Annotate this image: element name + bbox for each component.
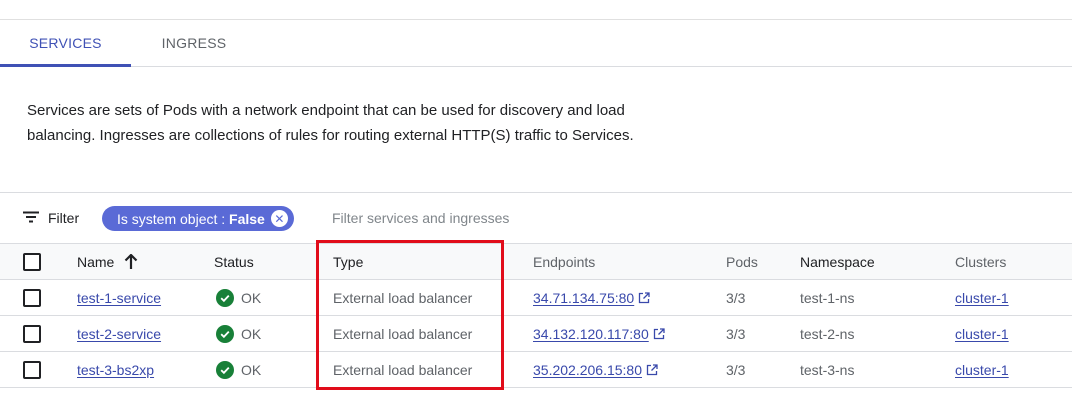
pods-cell: 3/3 — [726, 289, 746, 306]
cluster-link[interactable]: cluster-1 — [955, 362, 1009, 378]
tab-services-label: SERVICES — [29, 35, 102, 51]
row-checkbox[interactable] — [23, 288, 41, 307]
filter-chip[interactable]: Is system object : False ✕ — [102, 206, 294, 231]
table-row: test-1-service OK External load balancer… — [0, 280, 1072, 316]
service-name-link[interactable]: test-2-service — [77, 326, 161, 342]
status-text: OK — [241, 289, 262, 306]
pods-cell: 3/3 — [726, 325, 746, 342]
column-header-clusters: Clusters — [955, 253, 1007, 270]
check-circle-icon — [216, 288, 234, 307]
cluster-link[interactable]: cluster-1 — [955, 326, 1009, 342]
page-description: Services are sets of Pods with a network… — [27, 102, 634, 144]
column-header-pods: Pods — [726, 253, 758, 270]
row-checkbox[interactable] — [23, 360, 41, 379]
tab-bar: SERVICES INGRESS — [0, 20, 1072, 67]
namespace-cell: test-3-ns — [800, 361, 855, 378]
open-in-new-icon[interactable] — [638, 291, 650, 304]
table-row: test-3-bs2xp OK External load balancer 3… — [0, 352, 1072, 388]
filter-button-label: Filter — [48, 210, 80, 226]
select-all-checkbox[interactable] — [23, 252, 41, 271]
namespace-cell: test-1-ns — [800, 289, 855, 306]
table-row: test-2-service OK External load balancer… — [0, 316, 1072, 352]
column-header-namespace[interactable]: Namespace — [800, 244, 875, 279]
services-table: Name Status Type Endpoints Pods Namespac… — [0, 243, 1072, 388]
filter-chip-value: False — [229, 210, 265, 227]
type-cell: External load balancer — [333, 325, 473, 342]
status-cell: OK — [216, 280, 261, 315]
active-tab-indicator — [0, 64, 131, 67]
status-text: OK — [241, 325, 262, 342]
filter-input[interactable] — [332, 207, 732, 229]
type-cell: External load balancer — [333, 361, 473, 378]
filter-button[interactable]: Filter — [22, 207, 79, 229]
close-icon[interactable]: ✕ — [270, 210, 288, 227]
tab-ingress[interactable]: INGRESS — [131, 20, 257, 66]
table-header-row: Name Status Type Endpoints Pods Namespac… — [0, 243, 1072, 280]
service-name-link[interactable]: test-1-service — [77, 290, 161, 306]
row-checkbox[interactable] — [23, 324, 41, 343]
tab-ingress-label: INGRESS — [161, 35, 227, 51]
pods-cell: 3/3 — [726, 361, 746, 378]
tab-services[interactable]: SERVICES — [0, 20, 131, 66]
column-header-status[interactable]: Status — [214, 244, 254, 279]
service-name-link[interactable]: test-3-bs2xp — [77, 362, 154, 378]
filter-bar: Filter Is system object : False ✕ — [0, 192, 1072, 243]
status-cell: OK — [216, 352, 261, 387]
endpoint-link[interactable]: 35.202.206.15:80 — [533, 362, 642, 378]
status-cell: OK — [216, 316, 261, 351]
column-header-name-label: Name — [77, 253, 115, 270]
status-text: OK — [241, 361, 262, 378]
cluster-link[interactable]: cluster-1 — [955, 290, 1009, 306]
check-circle-icon — [216, 324, 234, 343]
type-cell: External load balancer — [333, 289, 473, 306]
arrow-up-icon — [124, 253, 138, 270]
endpoint-link[interactable]: 34.71.134.75:80 — [533, 290, 634, 306]
column-header-endpoints: Endpoints — [533, 253, 596, 270]
column-header-name[interactable]: Name — [77, 244, 138, 279]
column-header-type[interactable]: Type — [333, 244, 363, 279]
endpoint-link[interactable]: 34.132.120.117:80 — [533, 326, 649, 342]
select-all-cell — [23, 244, 41, 279]
filter-list-icon — [22, 210, 40, 227]
namespace-cell: test-2-ns — [800, 325, 855, 342]
filter-chip-key: Is system object : — [117, 210, 230, 227]
check-circle-icon — [216, 360, 234, 379]
open-in-new-icon[interactable] — [646, 363, 658, 376]
open-in-new-icon[interactable] — [653, 327, 665, 340]
